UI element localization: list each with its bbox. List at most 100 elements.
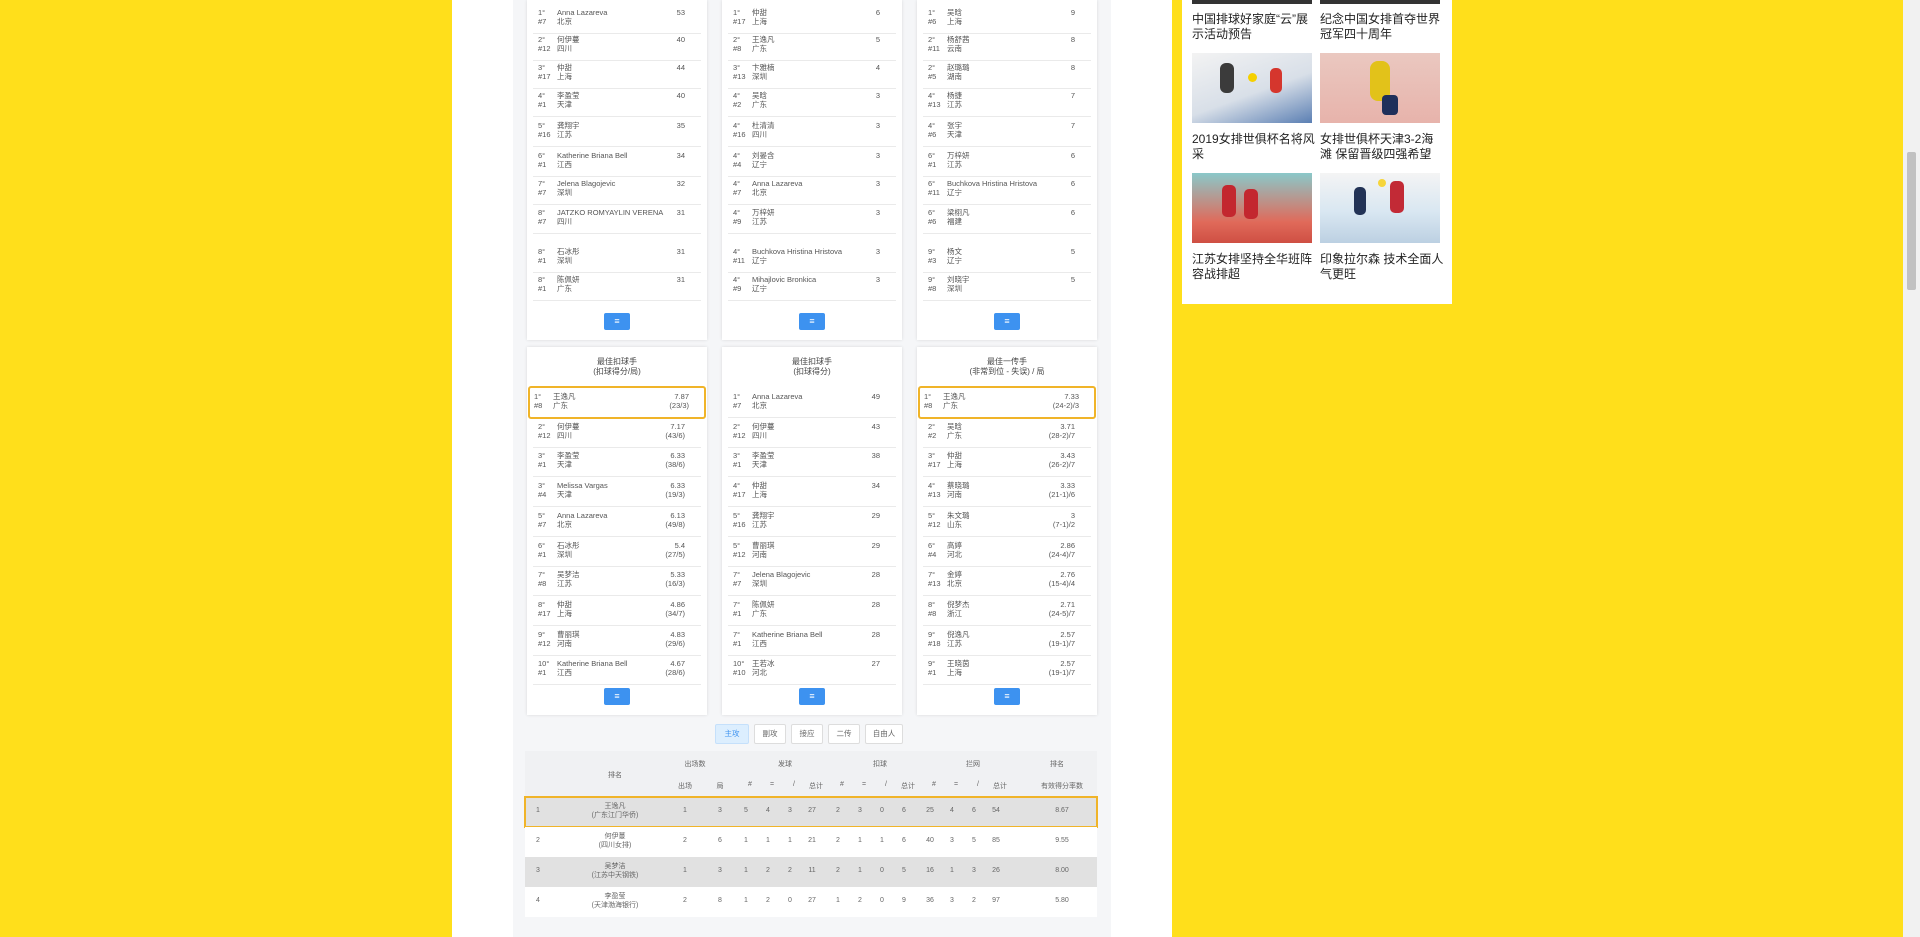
row-player-name: 何伊蔓 bbox=[604, 833, 626, 840]
scrollbar-thumb[interactable] bbox=[1907, 152, 1916, 290]
value-cell: 29 bbox=[840, 541, 880, 550]
news-image-6[interactable] bbox=[1320, 173, 1440, 243]
row-cell: 0 bbox=[880, 867, 884, 874]
leaderboard-row: 2° #5 赵璐璐 湖南 8 bbox=[923, 58, 1091, 89]
leaderboard-row: 1° #8 王逸凡 广东 7.33 (24-2)/3 bbox=[918, 386, 1096, 419]
rank: 5° bbox=[733, 510, 741, 520]
stat-detail: (24-4)/7 bbox=[1048, 549, 1075, 559]
player-team: 辽宁 bbox=[947, 256, 962, 265]
rank: 1° bbox=[733, 392, 741, 401]
player-team: 广东 bbox=[752, 100, 767, 109]
row-cell: 8 bbox=[718, 897, 722, 904]
jersey-number: #11 bbox=[928, 188, 940, 197]
news-title-3[interactable]: 2019女排世俱杯名将风采 bbox=[1192, 132, 1316, 162]
news-title-4[interactable]: 女排世俱杯天津3-2海滩 保留晋级四强希望 bbox=[1320, 132, 1444, 162]
row-rank: 4 bbox=[536, 897, 540, 904]
jersey-number: #13 bbox=[928, 100, 941, 109]
rank: 4° bbox=[733, 91, 741, 100]
row-cell: 2 bbox=[766, 897, 770, 904]
row-cell: 1 bbox=[766, 837, 770, 844]
jersey-number: #16 bbox=[733, 130, 746, 139]
row-player: 何伊蔓 (四川女排) bbox=[575, 832, 655, 850]
rank-cell: 3° #13 bbox=[733, 63, 751, 81]
stat-value: 43 bbox=[871, 421, 880, 431]
leaderboard-row: 7° #1 陈佩妍 广东 28 bbox=[728, 595, 896, 626]
leaderboard-row: 10° #1 Katherine Briana Bell 江西 4.67 (28/6) bbox=[533, 654, 701, 686]
more-button[interactable]: ≡ bbox=[799, 313, 825, 330]
value-cell: 3 bbox=[840, 247, 880, 256]
row-cell: 6 bbox=[902, 837, 906, 844]
more-button[interactable]: ≡ bbox=[994, 688, 1020, 705]
rank-cell: 2° #11 bbox=[928, 35, 946, 53]
news-title-1[interactable]: 中国排球好家庭“云”展示活动预告 bbox=[1192, 12, 1316, 42]
leaderboard-row: 9° #1 王晓茵 上海 2.57 (19-1)/7 bbox=[923, 654, 1091, 686]
news-image-4[interactable] bbox=[1320, 53, 1440, 123]
news-title-6[interactable]: 印象拉尔森 技术全面人气更旺 bbox=[1320, 252, 1444, 282]
leaderboard-row: 10° #10 王若冰 河北 27 bbox=[728, 654, 896, 686]
leaderboard-row: 4° #2 吴晗 广东 3 bbox=[728, 86, 896, 117]
row-cell: 4 bbox=[950, 807, 954, 814]
more-button[interactable]: ≡ bbox=[994, 313, 1020, 330]
tab-libero[interactable]: 自由人 bbox=[865, 724, 903, 744]
player-team: 深圳 bbox=[752, 72, 767, 81]
jersey-number: #3 bbox=[928, 256, 937, 265]
news-image-5[interactable] bbox=[1192, 173, 1312, 243]
rank-cell: 2° #12 bbox=[538, 35, 556, 53]
more-button[interactable]: ≡ bbox=[799, 688, 825, 705]
stat-value: 53 bbox=[676, 8, 685, 17]
leaderboard-row: 4° #11 Buchkova Hristina Hristova 辽宁 3 bbox=[728, 242, 896, 273]
rank-cell: 9° #3 bbox=[928, 247, 946, 265]
stat-value: 3.33 bbox=[1060, 481, 1075, 491]
stat-value: 5 bbox=[1070, 275, 1075, 284]
news-image-strip bbox=[1192, 0, 1312, 4]
more-button[interactable]: ≡ bbox=[604, 313, 630, 330]
stat-value: 6 bbox=[1070, 151, 1075, 160]
tab-main-attacker[interactable]: 主攻 bbox=[715, 724, 749, 744]
news-image-3[interactable] bbox=[1192, 53, 1312, 123]
row-cell: 6 bbox=[972, 807, 976, 814]
table-row: 4 李盈莹 (天津渤海银行) 2 8 1 2 0 27 1 2 0 9 36 3 2 97 5.80 bbox=[525, 887, 1097, 917]
tab-setter[interactable]: 二传 bbox=[828, 724, 860, 744]
news-title-5[interactable]: 江苏女排坚持全华班阵容战排超 bbox=[1192, 252, 1316, 282]
row-cell: 85 bbox=[992, 837, 1000, 844]
rank-cell: 4° #7 bbox=[733, 179, 751, 197]
row-cell: 6 bbox=[718, 837, 722, 844]
more-button[interactable]: ≡ bbox=[604, 688, 630, 705]
row-player-team: (江苏中天钢铁) bbox=[591, 872, 639, 879]
value-cell: 3.43 (26-2)/7 bbox=[1035, 451, 1075, 469]
stat-value: 6 bbox=[875, 8, 880, 17]
row-cell: 2 bbox=[683, 897, 687, 904]
rank-cell: 8° #8 bbox=[928, 600, 946, 618]
stat-detail: (27/5) bbox=[665, 549, 685, 559]
player-team: 河南 bbox=[752, 549, 767, 559]
leaderboard-row: 7° #7 Jelena Blagojevic 深圳 32 bbox=[533, 174, 701, 205]
leaderboard-row: 9° #18 倪逸凡 江苏 2.57 (19-1)/7 bbox=[923, 625, 1091, 656]
row-cell: 4 bbox=[766, 807, 770, 814]
news-title-2[interactable]: 纪念中国女排首夺世界冠军四十周年 bbox=[1320, 12, 1444, 42]
value-cell: 3 bbox=[840, 121, 880, 130]
header-block-total: 总计 bbox=[993, 783, 1007, 790]
tab-opposite[interactable]: 接应 bbox=[791, 724, 823, 744]
header-sets: 局 bbox=[716, 783, 724, 790]
row-player-name: 王逸凡 bbox=[604, 803, 626, 810]
stat-value: 5 bbox=[875, 35, 880, 44]
tab-middle-blocker[interactable]: 副攻 bbox=[754, 724, 786, 744]
rank-cell: 1° #6 bbox=[928, 8, 946, 26]
player-team: 四川 bbox=[557, 44, 572, 53]
jersey-number: #17 bbox=[928, 460, 941, 470]
row-cell: 27 bbox=[808, 807, 816, 814]
jersey-number: #12 bbox=[928, 519, 941, 529]
page-scrollbar[interactable] bbox=[1903, 0, 1920, 937]
leaderboard-row: 6° #6 梁栩凡 福建 6 bbox=[923, 203, 1091, 234]
stat-detail: (21-1)/6 bbox=[1048, 490, 1075, 500]
stat-value: 4 bbox=[875, 63, 880, 72]
rank-cell: 4° #11 bbox=[733, 247, 751, 265]
stat-value: 4.67 bbox=[670, 659, 685, 669]
row-cell: 9 bbox=[902, 897, 906, 904]
leaderboard-row: 7° #13 金婷 北京 2.76 (15-4)/4 bbox=[923, 565, 1091, 597]
stat-value: 7.17 bbox=[670, 421, 685, 431]
stat-value: 3 bbox=[875, 121, 880, 130]
stat-value: 3 bbox=[875, 179, 880, 188]
jersey-number: #7 bbox=[733, 188, 742, 197]
rank: 3° bbox=[538, 451, 546, 461]
